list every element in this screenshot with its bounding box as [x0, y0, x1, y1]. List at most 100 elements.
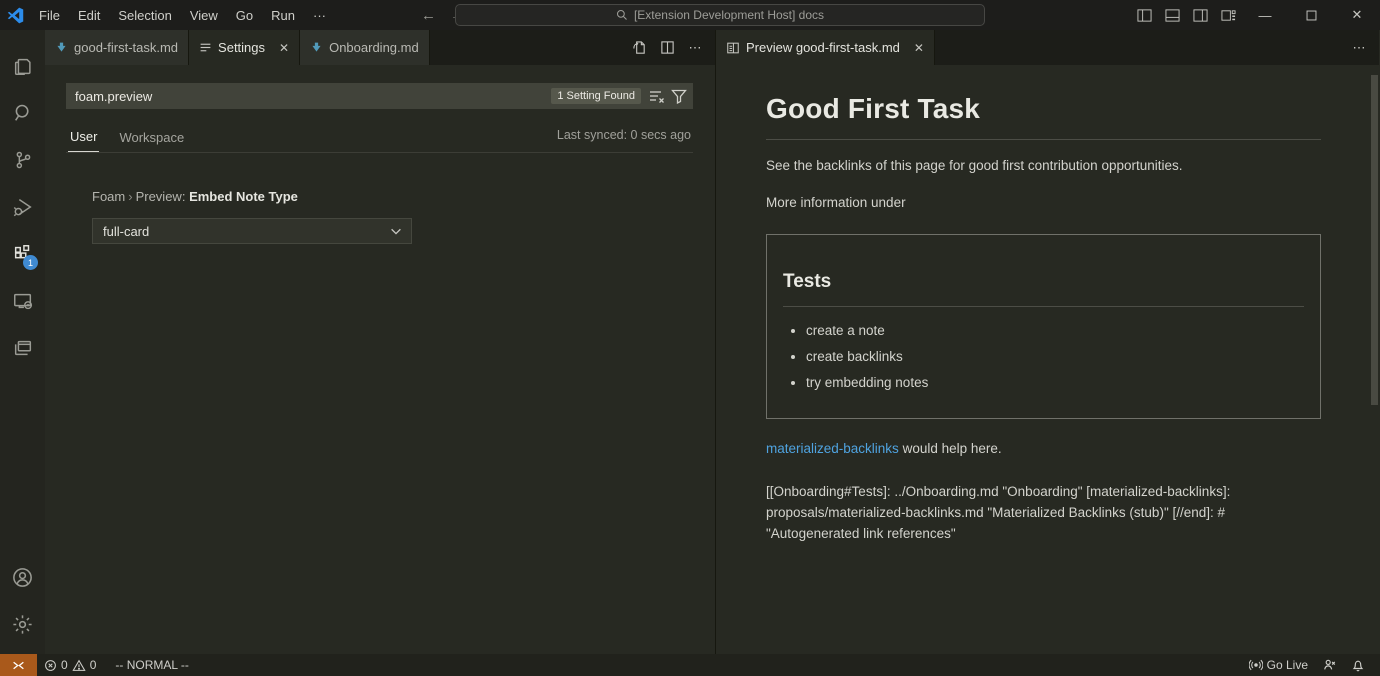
close-tab-icon[interactable]: ✕ [914, 41, 924, 55]
search-view-icon[interactable] [0, 89, 45, 136]
broadcast-icon [1249, 658, 1263, 672]
link-references-paragraph: [[Onboarding#Tests]: ../Onboarding.md "O… [766, 482, 1321, 545]
accounts-icon[interactable] [0, 554, 45, 601]
settings-found-badge: 1 Setting Found [551, 88, 641, 104]
errors-count: 0 [61, 658, 68, 672]
embed-note-type-select[interactable]: full-card [92, 218, 412, 244]
setting-name: Embed Note Type [189, 189, 298, 204]
chevron-down-icon [389, 224, 403, 238]
preview-paragraph: See the backlinks of this page for good … [766, 156, 1321, 177]
run-debug-icon[interactable] [0, 183, 45, 230]
activity-bar: 1 [0, 30, 45, 654]
split-editor-icon[interactable] [655, 36, 679, 60]
tab-label: good-first-task.md [74, 40, 178, 55]
markdown-file-icon [310, 41, 323, 54]
select-value: full-card [103, 224, 149, 239]
settings-search-value: foam.preview [75, 89, 551, 104]
breadcrumb-separator: › [125, 189, 135, 204]
tab-label: Onboarding.md [329, 40, 419, 55]
markdown-preview: Good First Task See the backlinks of thi… [716, 65, 1379, 654]
settings-editor-icon [199, 41, 212, 54]
extensions-badge: 1 [23, 255, 38, 270]
go-live-button[interactable]: Go Live [1242, 654, 1315, 676]
menu-edit[interactable]: Edit [69, 0, 109, 30]
preview-link-paragraph: materialized-backlinks would help here. [766, 439, 1321, 460]
errors-icon [44, 659, 57, 672]
toggle-secondary-sidebar-icon[interactable] [1186, 0, 1214, 30]
menu-view[interactable]: View [181, 0, 227, 30]
embed-bullet-list: create a note create backlinks try embed… [806, 321, 1304, 394]
explorer-icon[interactable] [0, 42, 45, 89]
search-icon [616, 9, 628, 21]
settings-editor: foam.preview 1 Setting Found User Worksp… [45, 65, 715, 654]
settings-gear-icon[interactable] [0, 601, 45, 648]
toggle-panel-icon[interactable] [1158, 0, 1186, 30]
live-share-icon [1322, 658, 1337, 672]
markdown-preview-icon [726, 41, 740, 55]
tab-good-first-task[interactable]: good-first-task.md [45, 30, 189, 65]
source-control-icon[interactable] [0, 136, 45, 183]
more-actions-icon[interactable]: ⋯ [683, 36, 707, 60]
nav-back-icon[interactable]: ← [421, 7, 436, 24]
status-bar: 0 0 -- NORMAL -- Go Live [0, 654, 1380, 676]
editor-group-right: Preview good-first-task.md ✕ ⋯ Good Firs… [716, 30, 1379, 654]
minimize-button[interactable]: — [1242, 0, 1288, 30]
scope-tab-workspace[interactable]: Workspace [117, 124, 186, 152]
tab-label: Settings [218, 40, 265, 55]
notifications-button[interactable] [1344, 654, 1372, 676]
go-live-label: Go Live [1267, 658, 1308, 672]
command-center[interactable]: [Extension Development Host] docs [455, 4, 985, 26]
tab-onboarding[interactable]: Onboarding.md [300, 30, 430, 65]
setting-category: Foam [92, 189, 125, 204]
close-tab-icon[interactable]: ✕ [279, 41, 289, 55]
maximize-button[interactable] [1288, 0, 1334, 30]
remote-indicator[interactable] [0, 654, 37, 676]
menu-file[interactable]: File [30, 0, 69, 30]
materialized-backlinks-link[interactable]: materialized-backlinks [766, 441, 899, 456]
open-settings-json-icon[interactable] [627, 36, 651, 60]
toggle-primary-sidebar-icon[interactable] [1130, 0, 1158, 30]
menu-selection[interactable]: Selection [109, 0, 180, 30]
settings-search-input[interactable]: foam.preview 1 Setting Found [66, 83, 693, 109]
remote-icon [12, 659, 25, 672]
list-item: create a note [806, 321, 1304, 342]
tabbar-right: Preview good-first-task.md ✕ ⋯ [716, 30, 1379, 65]
problems-indicator[interactable]: 0 0 [37, 654, 103, 676]
last-synced-label: Last synced: 0 secs ago [557, 128, 691, 148]
menu-go[interactable]: Go [227, 0, 262, 30]
menu-overflow[interactable]: ··· [304, 0, 335, 30]
tab-label: Preview good-first-task.md [746, 40, 900, 55]
settings-scope-tabs: User Workspace Last synced: 0 secs ago [66, 123, 693, 153]
warnings-icon [72, 659, 86, 672]
customize-layout-icon[interactable] [1214, 0, 1242, 30]
link-suffix-text: would help here. [899, 441, 1002, 456]
bell-icon [1351, 658, 1365, 672]
tab-preview-good-first-task[interactable]: Preview good-first-task.md ✕ [716, 30, 935, 65]
tab-settings[interactable]: Settings ✕ [189, 30, 300, 65]
remote-explorer-icon[interactable] [0, 277, 45, 324]
editor-group-left: good-first-task.md Settings ✕ Onboarding… [45, 30, 716, 654]
vim-mode-indicator[interactable]: -- NORMAL -- [103, 654, 196, 676]
embedded-note-card: Tests create a note create backlinks try… [766, 234, 1321, 419]
preview-title: Good First Task [766, 87, 1321, 140]
close-window-button[interactable]: ✕ [1334, 0, 1380, 30]
vscode-logo-icon [0, 7, 30, 24]
list-item: create backlinks [806, 347, 1304, 368]
warnings-count: 0 [90, 658, 97, 672]
more-actions-icon[interactable]: ⋯ [1347, 36, 1371, 60]
windows-stack-icon[interactable] [0, 324, 45, 371]
extensions-icon[interactable]: 1 [0, 230, 45, 277]
clear-filters-icon[interactable] [649, 88, 665, 104]
preview-scrollbar[interactable] [1371, 75, 1378, 405]
filter-icon[interactable] [671, 88, 687, 104]
setting-subcategory: Preview: [136, 189, 186, 204]
markdown-file-icon [55, 41, 68, 54]
embed-title: Tests [783, 267, 1304, 306]
scope-tab-user[interactable]: User [68, 123, 99, 152]
preview-paragraph: More information under [766, 193, 1321, 214]
live-share-button[interactable] [1315, 654, 1344, 676]
setting-title: Foam›Preview: Embed Note Type [92, 189, 693, 204]
list-item: try embedding notes [806, 373, 1304, 394]
setting-embed-note-type: Foam›Preview: Embed Note Type full-card [92, 189, 693, 244]
menu-run[interactable]: Run [262, 0, 304, 30]
